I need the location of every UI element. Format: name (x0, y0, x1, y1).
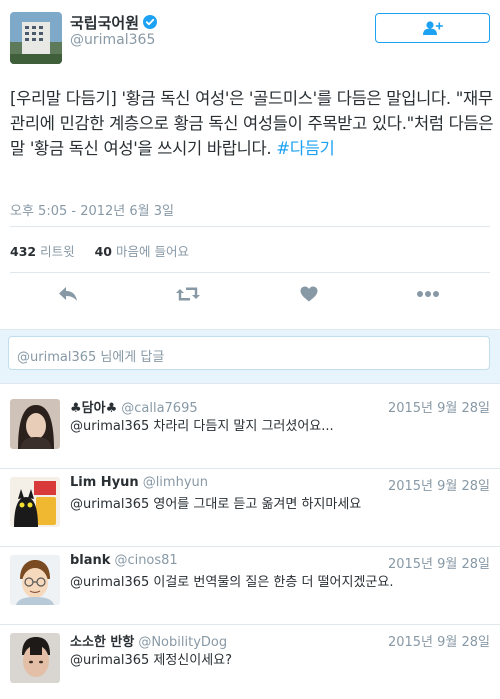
follow-button[interactable] (375, 13, 490, 43)
reply-tweet[interactable]: ♣담아♣ @calla7695 2015년 9월 28일 @urimal365 차… (0, 391, 500, 469)
reply-author-name[interactable]: blank (70, 553, 110, 568)
display-name[interactable]: 국립국어원 (70, 12, 139, 33)
reply-author-name[interactable]: Lim Hyun (70, 475, 139, 490)
main-tweet: 국립국어원 @urimal365 [우리말 다듬기] '황금 독신 여성'은 '… (0, 0, 500, 330)
more-icon (417, 291, 439, 297)
reply-tweet[interactable]: blank @cinos81 2015년 9월 28일 @urimal365 이걸… (0, 547, 500, 625)
reply-text: @urimal365 차라리 다듬지 말지 그러셨어요... (70, 419, 334, 434)
reply-date[interactable]: 2015년 9월 28일 (388, 397, 490, 416)
reply-tweet[interactable]: 소소한 반항 @NobilityDog 2015년 9월 28일 @urimal3… (0, 625, 500, 699)
like-stat[interactable]: 40 마음에 들어요 (95, 241, 189, 260)
reply-text: @urimal365 영어를 그대로 듣고 옮겨면 하지마세요 (70, 497, 362, 512)
reply-tweet[interactable]: Lim Hyun @limhyun 2015년 9월 28일 @urimal365… (0, 469, 500, 547)
reply-author-handle[interactable]: @cinos81 (114, 553, 177, 568)
retweet-stat[interactable]: 432 리트윗 (10, 241, 75, 260)
name-row: 국립국어원 (70, 12, 158, 33)
add-user-icon (422, 21, 443, 35)
reply-button[interactable] (54, 280, 82, 308)
reply-author-handle[interactable]: @calla7695 (121, 401, 197, 416)
reply-author-name[interactable]: ♣담아♣ (70, 401, 117, 416)
like-button[interactable] (295, 280, 323, 308)
tweet-text: [우리말 다듬기] '황금 독신 여성'은 '골드미스'를 다듬은 말입니다. … (10, 86, 494, 161)
reply-date[interactable]: 2015년 9월 28일 (388, 553, 490, 572)
like-count: 40 (94, 244, 113, 259)
reply-header: Lim Hyun @limhyun (70, 475, 208, 490)
tweet-stats: 432 리트윗 40 마음에 들어요 (10, 241, 209, 260)
reply-text: @urimal365 제정신이세요? (70, 653, 233, 668)
reply-header: ♣담아♣ @calla7695 (70, 397, 198, 416)
reply-author-name[interactable]: 소소한 반항 (70, 635, 134, 650)
divider (10, 226, 490, 227)
more-button[interactable] (414, 280, 442, 308)
retweet-button[interactable] (174, 280, 202, 308)
retweet-count: 432 (10, 244, 37, 259)
retweet-label: 리트윗 (40, 244, 75, 259)
reply-composer: @urimal365 님에게 답글 (0, 330, 500, 384)
like-label: 마음에 들어요 (116, 244, 189, 259)
reply-header: 소소한 반항 @NobilityDog (70, 631, 227, 650)
avatar[interactable] (10, 555, 60, 605)
avatar[interactable] (10, 12, 62, 64)
hashtag-link[interactable]: #다듬기 (276, 139, 334, 158)
avatar[interactable] (10, 633, 60, 683)
avatar[interactable] (10, 477, 60, 527)
avatar[interactable] (10, 399, 60, 449)
reply-input[interactable]: @urimal365 님에게 답글 (8, 336, 490, 370)
reply-date[interactable]: 2015년 9월 28일 (388, 631, 490, 650)
handle[interactable]: @urimal365 (70, 32, 155, 48)
verified-icon (143, 15, 158, 29)
reply-date[interactable]: 2015년 9월 28일 (388, 475, 490, 494)
reply-header: blank @cinos81 (70, 553, 178, 568)
tweet-actions (0, 280, 500, 308)
retweet-icon (176, 287, 200, 301)
reply-icon (59, 287, 77, 301)
divider (10, 272, 490, 273)
heart-icon (300, 286, 318, 302)
reply-author-handle[interactable]: @limhyun (143, 475, 208, 490)
timestamp[interactable]: 오후 5:05 - 2012년 6월 3일 (10, 200, 174, 219)
reply-text: @urimal365 이걸로 번역물의 질은 한층 더 떨어지겠군요. (70, 575, 394, 590)
reply-author-handle[interactable]: @NobilityDog (138, 635, 227, 650)
tweet-body: [우리말 다듬기] '황금 독신 여성'은 '골드미스'를 다듬은 말입니다. … (10, 89, 494, 158)
